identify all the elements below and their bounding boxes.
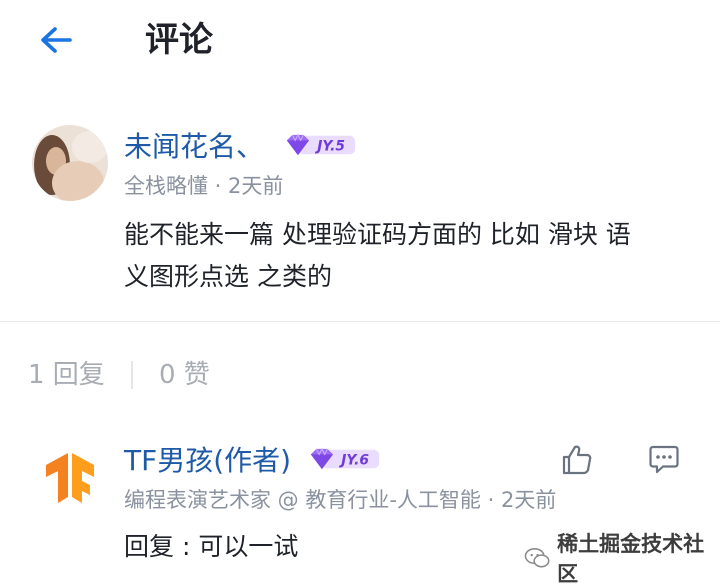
like-count[interactable]: 0 赞 [159, 357, 210, 393]
comment-meta: 全栈略懂 · 2天前 [124, 174, 284, 198]
level-badge: JY.6 [310, 447, 380, 470]
watermark: 稀土掘金技术社区 [524, 532, 720, 586]
comment-content-line-1: 能不能来一篇 处理验证码方面的 比如 滑块 语 [124, 220, 631, 249]
reply-username[interactable]: TF男孩(作者) [124, 443, 291, 479]
comment-icon[interactable] [648, 443, 680, 477]
level-label: JY.6 [338, 453, 369, 469]
page-title: 评论 [145, 20, 213, 60]
divider [0, 321, 720, 322]
wechat-icon [524, 548, 550, 568]
level-badge: JY.5 [286, 133, 356, 156]
arrow-left-icon [41, 27, 72, 53]
tensorflow-logo-icon[interactable] [44, 451, 96, 505]
comment-content-line-2: 义图形点选 之类的 [124, 262, 332, 291]
avatar[interactable] [32, 125, 108, 201]
reply-content: 回复 : 可以一试 [124, 532, 299, 561]
avatar-image [32, 125, 108, 201]
level-label: JY.5 [314, 139, 345, 155]
stat-separator [131, 361, 133, 389]
back-button[interactable] [32, 18, 80, 66]
reply-count[interactable]: 1 回复 [28, 357, 105, 393]
watermark-text: 稀土掘金技术社区 [557, 532, 705, 586]
reply-meta: 编程表演艺术家 @ 教育行业-人工智能 · 2天前 [124, 488, 557, 512]
thumbs-up-icon[interactable] [560, 443, 594, 477]
top-bar: 评论 [0, 0, 720, 84]
comment-username[interactable]: 未闻花名、 [124, 129, 264, 165]
